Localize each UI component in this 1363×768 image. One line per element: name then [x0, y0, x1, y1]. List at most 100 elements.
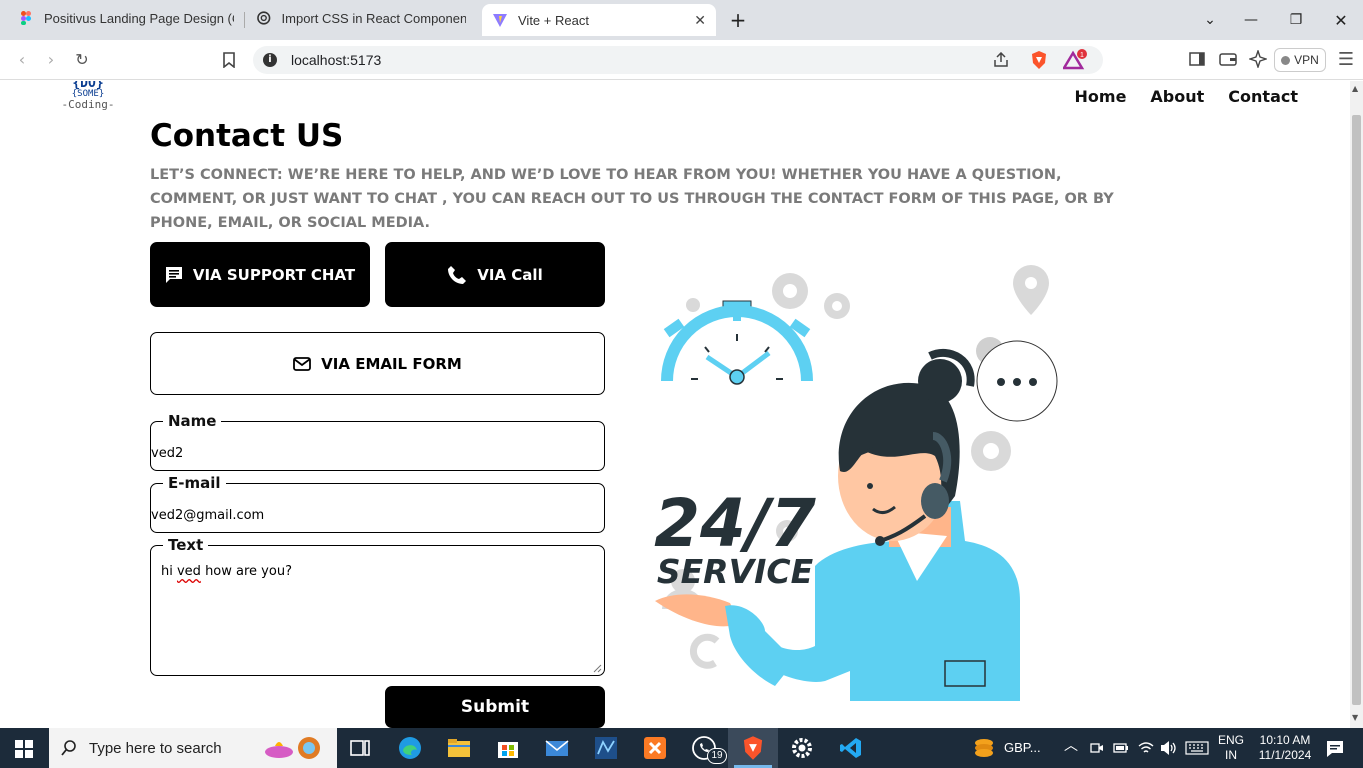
menu-icon[interactable]: ☰ [1335, 50, 1357, 70]
meet-now-icon[interactable] [1090, 741, 1104, 755]
support-chat-button[interactable]: VIA SUPPORT CHAT [150, 242, 370, 307]
page-scrollbar[interactable]: ▲ ▼ [1350, 81, 1363, 728]
call-label: VIA Call [477, 265, 543, 284]
scrollbar-thumb[interactable] [1352, 115, 1361, 705]
site-info-icon[interactable]: i [263, 53, 277, 67]
whatsapp-badge-count: 19 [711, 750, 723, 761]
nav-home[interactable]: Home [1075, 87, 1127, 106]
address-toolbar: ‹ › ↻ i localhost:5173 1 VPN ☰ [0, 40, 1363, 80]
site-logo[interactable]: {DO} {SOME} -Coding- [60, 81, 116, 110]
reload-icon[interactable]: ↻ [71, 50, 93, 70]
file-explorer-icon[interactable] [447, 736, 471, 760]
vpn-button[interactable]: VPN [1274, 48, 1326, 72]
tab-title: Positivus Landing Page Design (Com [44, 10, 234, 26]
windows-taskbar: Type here to search 19 GBP... ︿ ENG IN 1… [0, 728, 1363, 768]
diwali-search-highlight-icon[interactable] [263, 734, 323, 762]
resize-handle-icon[interactable] [593, 664, 602, 673]
text-label: Text [168, 536, 204, 554]
text-area-value[interactable]: hi ved how are you? [161, 564, 292, 579]
show-hidden-icons[interactable]: ︿ [1064, 738, 1078, 753]
bookmark-icon[interactable] [222, 52, 236, 68]
forward-icon[interactable]: › [40, 50, 62, 70]
tab-positivus[interactable]: Positivus Landing Page Design (Com [8, 0, 244, 36]
taskbar-search-placeholder: Type here to search [89, 739, 222, 757]
leo-ai-icon[interactable] [1249, 50, 1267, 68]
nav-about[interactable]: About [1150, 87, 1204, 106]
figma-icon [21, 11, 31, 25]
email-label: E-mail [168, 474, 221, 492]
vite-icon [493, 14, 507, 27]
logo-line-3: -Coding- [61, 98, 115, 111]
network-tool-icon[interactable] [594, 736, 618, 760]
tab-vite-react[interactable]: Vite + React ✕ [482, 4, 716, 36]
phone-icon [448, 265, 467, 284]
scroll-up-icon[interactable]: ▲ [1352, 84, 1358, 93]
brave-taskbar-active[interactable] [728, 728, 778, 768]
name-field[interactable]: Name ved2 [150, 414, 605, 471]
browser-tab-strip: Positivus Landing Page Design (Com Impor… [0, 0, 1363, 40]
url-text[interactable]: localhost:5173 [291, 52, 381, 68]
close-window-icon[interactable]: ✕ [1319, 0, 1363, 40]
volume-icon[interactable] [1160, 740, 1178, 756]
misspelled-word[interactable]: ved [177, 564, 201, 579]
microsoft-store-icon[interactable] [496, 736, 520, 760]
email-form-button[interactable]: VIA EMAIL FORM [150, 332, 605, 395]
text-value-end: how are you? [200, 564, 292, 579]
wifi-icon[interactable] [1138, 740, 1154, 756]
call-button[interactable]: VIA Call [385, 242, 605, 307]
brave-icon [743, 736, 763, 760]
submit-button[interactable]: Submit [385, 686, 605, 728]
main-nav: Home About Contact [1075, 87, 1298, 106]
name-label: Name [168, 412, 217, 430]
minimize-icon[interactable]: — [1229, 0, 1273, 40]
vpn-status-icon [1281, 55, 1291, 65]
openai-icon [257, 11, 271, 25]
restore-icon[interactable]: ❐ [1274, 0, 1318, 40]
mail-app-icon[interactable] [545, 736, 569, 760]
email-field[interactable]: E-mail ved2@gmail.com [150, 476, 605, 533]
illustration-service-text: SERVICE [657, 552, 814, 591]
edge-icon[interactable] [398, 736, 422, 760]
email-form-label: VIA EMAIL FORM [321, 354, 462, 373]
nav-contact[interactable]: Contact [1228, 87, 1298, 106]
language-indicator[interactable]: ENG IN [1215, 733, 1247, 763]
vscode-icon[interactable] [839, 736, 863, 760]
tab-import-css[interactable]: Import CSS in React Component [246, 0, 476, 36]
windows-start-icon[interactable] [15, 740, 33, 758]
currency-widget-text[interactable]: GBP... [1004, 740, 1041, 755]
sidebar-icon[interactable] [1189, 52, 1205, 66]
taskbar-search-box[interactable]: Type here to search [49, 728, 337, 768]
tab-search-icon[interactable]: ⌄ [1188, 0, 1232, 40]
text-value-start: hi [161, 564, 177, 579]
text-field[interactable]: Text hi ved how are you? [150, 538, 605, 676]
illustration-247-text: 24/7 [654, 485, 816, 562]
close-tab-icon[interactable]: ✕ [694, 12, 706, 29]
page-title: Contact US [150, 118, 344, 154]
search-icon [61, 740, 76, 756]
currency-widget-icon[interactable] [972, 736, 996, 760]
xampp-icon[interactable] [643, 736, 667, 760]
email-input-value[interactable]: ved2@gmail.com [151, 508, 264, 523]
clock[interactable]: 10:10 AM 11/1/2024 [1252, 733, 1318, 763]
new-tab-button[interactable]: + [716, 0, 760, 40]
mail-icon [293, 356, 312, 371]
share-icon[interactable] [993, 52, 1011, 68]
keyboard-icon[interactable] [1185, 741, 1209, 755]
customer-service-illustration: 24/7 SERVICE [654, 265, 1058, 701]
notifications-icon[interactable] [1326, 740, 1344, 758]
vpn-label: VPN [1294, 53, 1319, 67]
name-input-value[interactable]: ved2 [151, 446, 183, 461]
contact-intro-text: LET’S CONNECT: WE’RE HERE TO HELP, AND W… [150, 167, 1114, 231]
back-icon[interactable]: ‹ [11, 50, 33, 70]
task-view-icon[interactable] [348, 736, 372, 760]
language-code: ENG [1217, 733, 1244, 747]
brave-rewards-icon[interactable]: 1 [1063, 49, 1089, 71]
settings-gear-icon[interactable] [790, 736, 814, 760]
wallet-icon[interactable] [1219, 52, 1237, 66]
clock-time: 10:10 AM [1259, 733, 1311, 747]
battery-icon[interactable] [1113, 742, 1129, 754]
address-bar[interactable]: i localhost:5173 1 [253, 46, 1103, 74]
brave-shield-icon[interactable] [1030, 50, 1048, 70]
rewards-badge-count: 1 [1080, 52, 1084, 59]
scroll-down-icon[interactable]: ▼ [1352, 713, 1358, 722]
